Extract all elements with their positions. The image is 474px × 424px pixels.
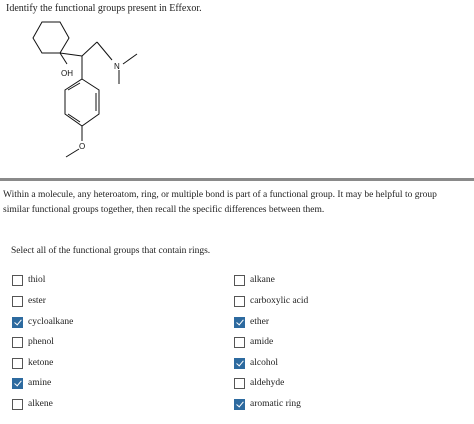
checkbox[interactable] bbox=[234, 274, 245, 286]
option-label: amide bbox=[250, 337, 274, 347]
option-label: ketone bbox=[28, 358, 54, 368]
option-label: ether bbox=[250, 317, 269, 327]
option-label: alcohol bbox=[250, 358, 278, 368]
section-divider bbox=[0, 178, 474, 181]
question-text: Identify the functional groups present i… bbox=[6, 3, 202, 14]
checkbox[interactable] bbox=[12, 357, 23, 369]
option-alkane[interactable]: alkane bbox=[234, 273, 275, 287]
effexor-structure-diagram: OH N O bbox=[32, 21, 138, 158]
checkbox-checked[interactable] bbox=[234, 398, 245, 410]
option-ketone[interactable]: ketone bbox=[12, 356, 53, 370]
instruction-text: Select all of the functional groups that… bbox=[11, 246, 211, 256]
option-label: ester bbox=[28, 296, 46, 306]
hydroxyl-label: OH bbox=[61, 69, 73, 78]
option-phenol[interactable]: phenol bbox=[12, 335, 54, 349]
option-alcohol[interactable]: alcohol bbox=[234, 356, 278, 370]
option-label: cycloalkane bbox=[28, 317, 74, 327]
checkbox-checked[interactable] bbox=[234, 357, 245, 369]
checkbox[interactable] bbox=[12, 274, 23, 286]
option-cycloalkane[interactable]: cycloalkane bbox=[12, 315, 73, 329]
option-ether[interactable]: ether bbox=[234, 315, 269, 329]
option-alkene[interactable]: alkene bbox=[12, 397, 53, 411]
nitrogen-label: N bbox=[114, 62, 120, 71]
checkbox[interactable] bbox=[234, 295, 245, 307]
option-label: aromatic ring bbox=[250, 399, 301, 409]
option-carboxylic-acid[interactable]: carboxylic acid bbox=[234, 294, 308, 308]
question-page: Identify the functional groups present i… bbox=[0, 0, 474, 424]
option-label: phenol bbox=[28, 337, 54, 347]
option-amide[interactable]: amide bbox=[234, 335, 273, 349]
checkbox[interactable] bbox=[234, 377, 245, 389]
option-label: amine bbox=[28, 378, 52, 388]
option-label: thiol bbox=[28, 275, 46, 285]
option-label: alkene bbox=[28, 399, 53, 409]
checkbox[interactable] bbox=[234, 336, 245, 348]
option-ester[interactable]: ester bbox=[12, 294, 46, 308]
checkbox[interactable] bbox=[12, 295, 23, 307]
checkbox-checked[interactable] bbox=[12, 377, 23, 389]
option-amine[interactable]: amine bbox=[12, 376, 51, 390]
checkbox-checked[interactable] bbox=[234, 316, 245, 328]
benzene-ring bbox=[64, 78, 100, 127]
option-label: alkane bbox=[250, 275, 275, 285]
checkbox[interactable] bbox=[12, 336, 23, 348]
cyclohexane-ring bbox=[32, 21, 70, 54]
hint-text: Within a molecule, any heteroatom, ring,… bbox=[3, 190, 437, 215]
option-label: aldehyde bbox=[250, 378, 285, 388]
oxygen-label: O bbox=[79, 142, 85, 151]
checkbox[interactable] bbox=[12, 398, 23, 410]
option-aromatic-ring[interactable]: aromatic ring bbox=[234, 397, 301, 411]
option-label: carboxylic acid bbox=[250, 296, 309, 306]
option-aldehyde[interactable]: aldehyde bbox=[234, 376, 284, 390]
option-thiol[interactable]: thiol bbox=[12, 273, 45, 287]
checkbox-checked[interactable] bbox=[12, 316, 23, 328]
